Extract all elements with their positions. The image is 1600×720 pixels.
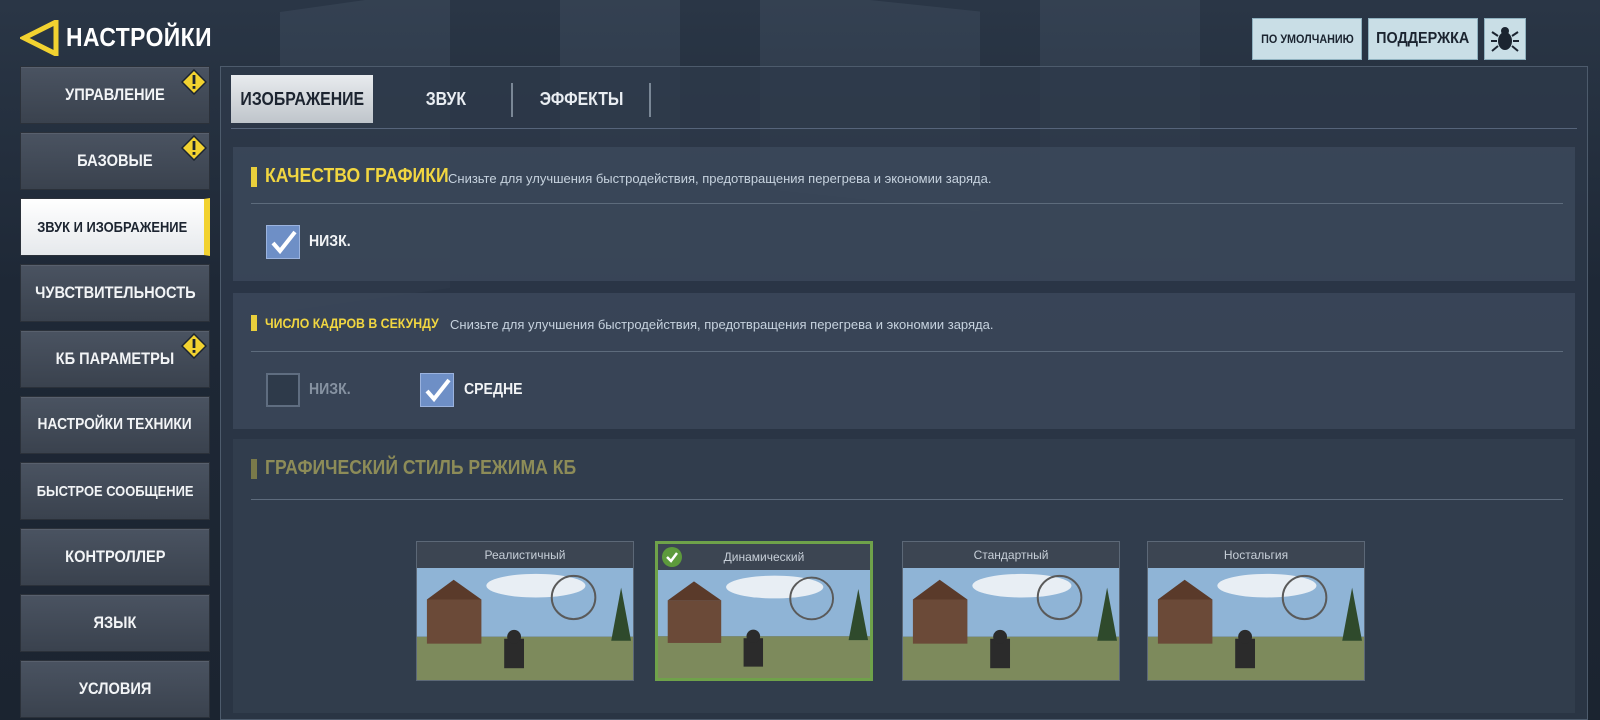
section-title: ГРАФИЧЕСКИЙ СТИЛЬ РЕЖИМА КБ <box>265 457 577 479</box>
section-title: КАЧЕСТВО ГРАФИКИ <box>265 165 449 187</box>
style-preview-image <box>903 568 1119 680</box>
section-divider <box>251 203 1563 204</box>
tab-graphics[interactable]: ИЗОБРАЖЕНИЕ <box>231 75 373 123</box>
section-marker <box>251 459 257 479</box>
style-preview-image <box>1148 568 1364 680</box>
tab-divider <box>511 83 513 117</box>
back-arrow-icon <box>18 17 59 59</box>
fps-medium-checkbox[interactable] <box>420 373 454 407</box>
tab-divider <box>649 83 651 117</box>
section-marker <box>251 315 257 331</box>
section-divider <box>251 351 1563 352</box>
support-button[interactable]: ПОДДЕРЖКА <box>1368 18 1478 60</box>
style-card-dynamic[interactable]: Динамический <box>655 541 873 681</box>
tab-audio[interactable]: ЗВУК <box>381 75 511 123</box>
checkmark-icon <box>425 378 451 403</box>
graphics-quality-section: КАЧЕСТВО ГРАФИКИ Снизьте для улучшения б… <box>233 147 1575 281</box>
warning-icon <box>181 69 207 95</box>
style-card-label: Динамический <box>658 544 870 570</box>
checkmark-icon <box>271 230 297 255</box>
section-divider <box>251 499 1563 500</box>
bug-icon <box>1491 27 1519 52</box>
warning-icon <box>181 333 207 359</box>
sidebar-item-controller[interactable]: КОНТРОЛЛЕР <box>20 528 210 586</box>
sidebar-item-vehicle-settings[interactable]: НАСТРОЙКИ ТЕХНИКИ <box>20 396 210 454</box>
style-card-label: Стандартный <box>903 542 1119 568</box>
style-card-label: Ностальгия <box>1148 542 1364 568</box>
sidebar-item-controls[interactable]: УПРАВЛЕНИЕ <box>20 66 210 124</box>
checkbox-label: СРЕДНЕ <box>464 381 523 398</box>
sidebar-item-quick-message[interactable]: БЫСТРОЕ СООБЩЕНИЕ <box>20 462 210 520</box>
sidebar-item-terms[interactable]: УСЛОВИЯ <box>20 660 210 718</box>
style-card-standard[interactable]: Стандартный <box>902 541 1120 681</box>
selected-check-icon <box>662 547 682 567</box>
style-preview-image <box>658 570 870 678</box>
sidebar-item-br-settings[interactable]: КБ ПАРАМЕТРЫ <box>20 330 210 388</box>
sidebar-item-sensitivity[interactable]: ЧУВСТВИТЕЛЬНОСТЬ <box>20 264 210 322</box>
graphics-low-checkbox[interactable] <box>266 225 300 259</box>
tab-effects[interactable]: ЭФФЕКТЫ <box>515 75 649 123</box>
style-card-nostalgia[interactable]: Ностальгия <box>1147 541 1365 681</box>
fps-low-checkbox[interactable] <box>266 373 300 407</box>
page-title: НАСТРОЙКИ <box>66 22 212 52</box>
section-description: Снизьте для улучшения быстродействия, пр… <box>450 317 994 332</box>
sidebar-item-basic[interactable]: БАЗОВЫЕ <box>20 132 210 190</box>
section-description: Снизьте для улучшения быстродействия, пр… <box>448 171 992 186</box>
sidebar-item-language[interactable]: ЯЗЫК <box>20 594 210 652</box>
style-card-label: Реалистичный <box>417 542 633 568</box>
tab-underline <box>231 128 1577 129</box>
checkbox-label: НИЗК. <box>309 233 351 250</box>
warning-icon <box>181 135 207 161</box>
style-preview-image <box>417 568 633 680</box>
section-marker <box>251 167 257 187</box>
section-title: ЧИСЛО КАДРОВ В СЕКУНДУ <box>265 315 439 331</box>
back-button[interactable] <box>18 17 60 59</box>
settings-panel: ИЗОБРАЖЕНИЕ ЗВУК ЭФФЕКТЫ КАЧЕСТВО ГРАФИК… <box>220 66 1588 720</box>
default-button[interactable]: ПО УМОЛЧАНИЮ <box>1252 18 1362 60</box>
bug-report-button[interactable] <box>1484 18 1526 60</box>
frame-rate-section: ЧИСЛО КАДРОВ В СЕКУНДУ Снизьте для улучш… <box>233 293 1575 429</box>
checkbox-label: НИЗК. <box>309 381 351 398</box>
sidebar-item-audio-graphics[interactable]: ЗВУК И ИЗОБРАЖЕНИЕ <box>20 198 210 256</box>
style-card-realistic[interactable]: Реалистичный <box>416 541 634 681</box>
